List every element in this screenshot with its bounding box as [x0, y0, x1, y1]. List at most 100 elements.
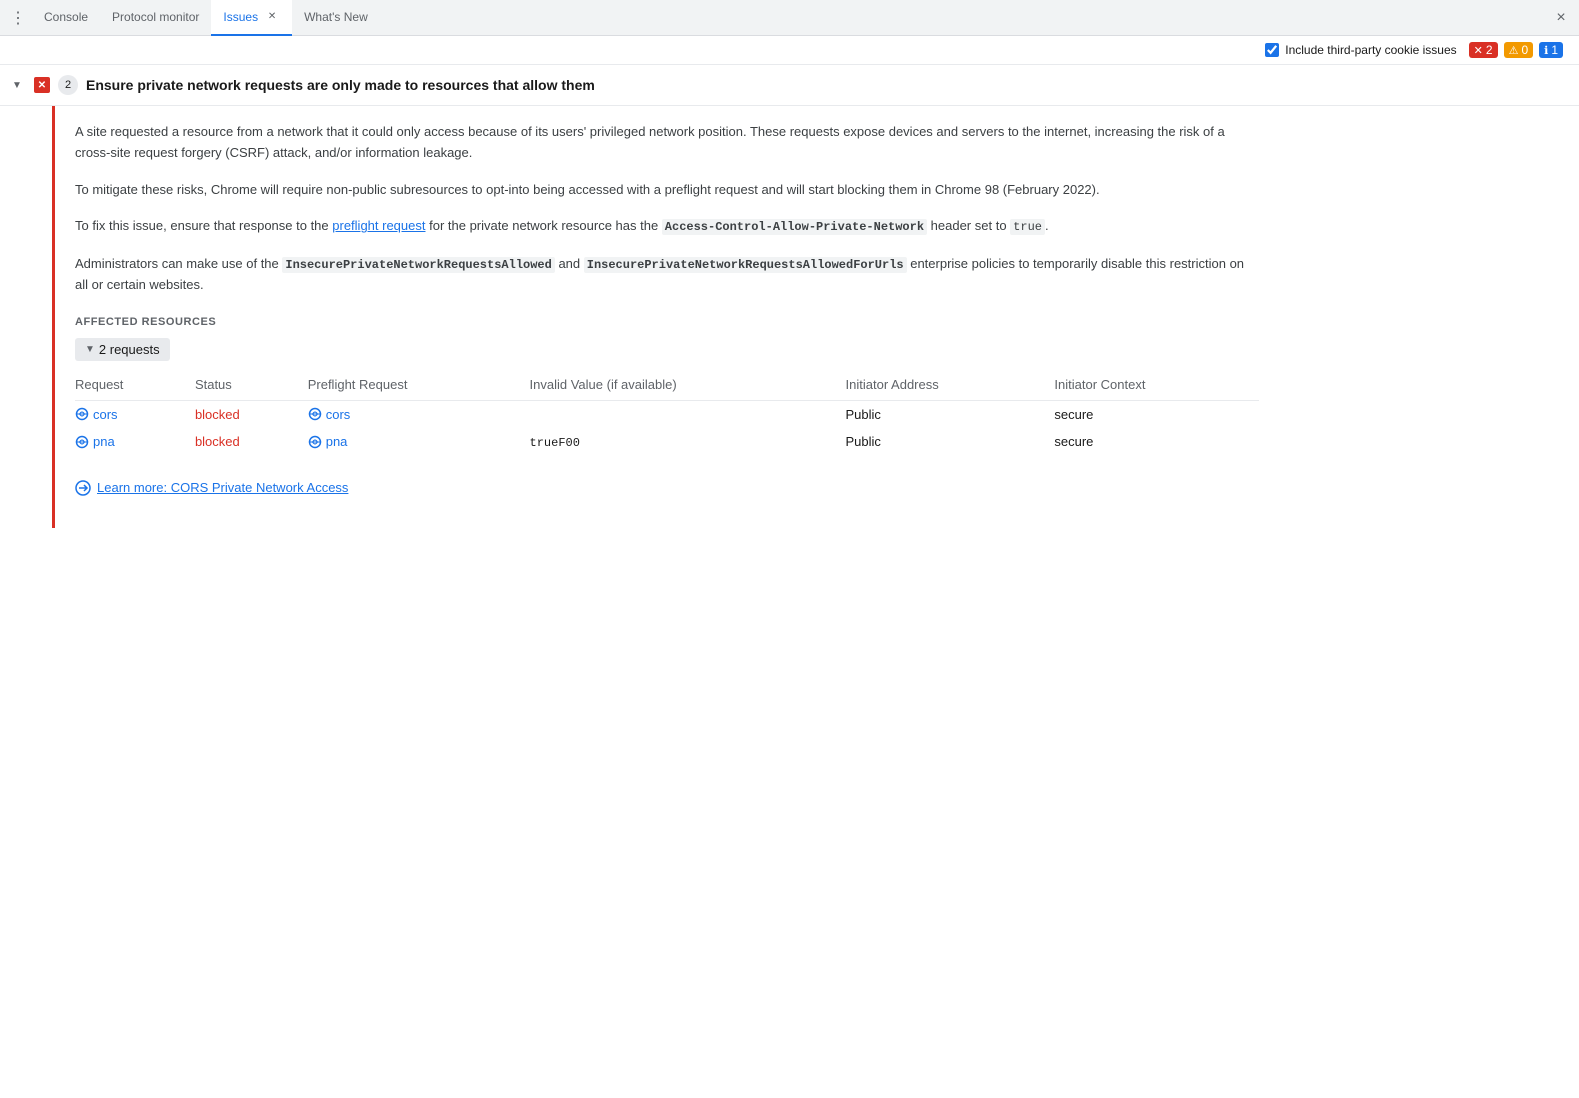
issue-para-2: To mitigate these risks, Chrome will req… [75, 180, 1259, 201]
close-panel-icon: × [1556, 9, 1565, 27]
col-header-request: Request [75, 373, 195, 401]
invalid-value-pna-text: trueF00 [530, 436, 580, 450]
third-party-checkbox[interactable] [1265, 43, 1279, 57]
request-cors-icon [75, 407, 89, 421]
issue-para-1: A site requested a resource from a netwo… [75, 122, 1259, 164]
tab-whats-new[interactable]: What's New [292, 0, 380, 36]
issue-para-4: Administrators can make use of the Insec… [75, 254, 1259, 296]
preflight-pna-label: pna [326, 434, 348, 449]
requests-table-body: cors blocked [75, 400, 1259, 456]
warning-badge-count: 0 [1521, 43, 1528, 57]
col-header-invalid-value: Invalid Value (if available) [530, 373, 846, 401]
requests-table-header-row: Request Status Preflight Request Invalid… [75, 373, 1259, 401]
para3-end: . [1045, 218, 1049, 233]
issue-para-3: To fix this issue, ensure that response … [75, 216, 1259, 237]
insecure-policy-code2: InsecurePrivateNetworkRequestsAllowedFor… [584, 257, 907, 273]
para4-mid: and [555, 256, 584, 271]
status-blocked-badge: blocked [195, 407, 240, 422]
warning-badge: ⚠ 0 [1504, 42, 1534, 58]
toolbar-row: Include third-party cookie issues ✕ 2 ⚠ … [0, 36, 1579, 65]
tab-issues[interactable]: Issues ✕ [211, 0, 292, 36]
request-pna-link[interactable]: pna [75, 434, 183, 449]
preflight-pna-icon [308, 435, 322, 449]
issue-count-badge: 2 [58, 75, 78, 95]
col-header-initiator-context: Initiator Context [1054, 373, 1259, 401]
request-pna-icon [75, 435, 89, 449]
affected-resources-section: AFFECTED RESOURCES ▼ 2 requests Request … [75, 316, 1259, 456]
learn-more-arrow-icon [75, 480, 91, 496]
request-pna-label: pna [93, 434, 115, 449]
initiator-context-pna: secure [1054, 428, 1259, 456]
learn-more-section: Learn more: CORS Private Network Access [75, 480, 1259, 512]
affected-resources-label: AFFECTED RESOURCES [75, 316, 1259, 328]
issue-title: Ensure private network requests are only… [86, 77, 1567, 93]
learn-more-label: Learn more: CORS Private Network Access [97, 480, 348, 495]
issue-header-row[interactable]: ▼ ✕ 2 Ensure private network requests ar… [0, 65, 1579, 106]
dots-icon: ⋮ [10, 8, 26, 28]
issue-body-left-bar [52, 106, 55, 528]
para3-prefix: To fix this issue, ensure that response … [75, 218, 332, 233]
status-blocked-badge-2: blocked [195, 434, 240, 449]
access-control-code: Access-Control-Allow-Private-Network [662, 219, 927, 235]
info-badge: ℹ 1 [1539, 42, 1563, 58]
preflight-cors-link[interactable]: cors [308, 407, 518, 422]
error-badge-icon: ✕ [1474, 44, 1483, 57]
request-cors-link[interactable]: cors [75, 407, 183, 422]
request-pna-link-cell: pna [75, 428, 195, 456]
requests-toggle-chevron: ▼ [85, 344, 95, 355]
invalid-value-pna: trueF00 [530, 428, 846, 456]
table-row: pna blocked [75, 428, 1259, 456]
issue-body-content: A site requested a resource from a netwo… [75, 106, 1275, 528]
info-badge-count: 1 [1551, 43, 1558, 57]
request-cors-link-cell: cors [75, 400, 195, 428]
requests-table-header: Request Status Preflight Request Invalid… [75, 373, 1259, 401]
issue-error-icon: ✕ [34, 77, 50, 93]
preflight-pna-link[interactable]: pna [308, 434, 518, 449]
preflight-cors-label: cors [326, 407, 351, 422]
third-party-checkbox-label[interactable]: Include third-party cookie issues [1265, 43, 1456, 57]
error-badge: ✕ 2 [1469, 42, 1498, 58]
issue-chevron-icon: ▼ [12, 80, 26, 91]
initiator-address-cors: Public [846, 400, 1055, 428]
requests-toggle-label: 2 requests [99, 342, 160, 357]
main-content: ▼ ✕ 2 Ensure private network requests ar… [0, 65, 1579, 1091]
col-header-initiator-address: Initiator Address [846, 373, 1055, 401]
tab-bar: ⋮ Console Protocol monitor Issues ✕ What… [0, 0, 1579, 36]
preflight-cors-icon [308, 407, 322, 421]
issue-body: A site requested a resource from a netwo… [0, 106, 1579, 528]
insecure-policy-code1: InsecurePrivateNetworkRequestsAllowed [282, 257, 554, 273]
initiator-address-pna: Public [846, 428, 1055, 456]
warning-badge-icon: ⚠ [1509, 44, 1519, 57]
close-panel-button[interactable]: × [1547, 4, 1575, 32]
tab-issues-label: Issues [223, 10, 258, 24]
para3-mid: for the private network resource has the [426, 218, 662, 233]
request-pna-status: blocked [195, 428, 308, 456]
tab-console[interactable]: Console [32, 0, 100, 36]
error-badge-count: 2 [1486, 43, 1493, 57]
col-header-preflight: Preflight Request [308, 373, 530, 401]
third-party-label-text: Include third-party cookie issues [1285, 43, 1456, 57]
preflight-request-link[interactable]: preflight request [332, 218, 425, 233]
requests-toggle-button[interactable]: ▼ 2 requests [75, 338, 170, 361]
request-cors-label: cors [93, 407, 118, 422]
tab-protocol-monitor-label: Protocol monitor [112, 10, 199, 24]
request-cors-status: blocked [195, 400, 308, 428]
initiator-context-cors: secure [1054, 400, 1259, 428]
tab-console-label: Console [44, 10, 88, 24]
preflight-pna-cell: pna [308, 428, 530, 456]
requests-table: Request Status Preflight Request Invalid… [75, 373, 1259, 456]
invalid-value-cors [530, 400, 846, 428]
tab-whats-new-label: What's New [304, 10, 368, 24]
table-row: cors blocked [75, 400, 1259, 428]
para4-prefix: Administrators can make use of the [75, 256, 282, 271]
tab-issues-close[interactable]: ✕ [264, 9, 280, 25]
devtools-menu-button[interactable]: ⋮ [4, 4, 32, 32]
preflight-cors-cell: cors [308, 400, 530, 428]
col-header-status: Status [195, 373, 308, 401]
true-code: true [1010, 219, 1045, 235]
learn-more-link[interactable]: Learn more: CORS Private Network Access [75, 480, 1259, 496]
issue-badge-group: ✕ 2 ⚠ 0 ℹ 1 [1469, 42, 1563, 58]
info-badge-icon: ℹ [1544, 44, 1548, 57]
para3-suffix: header set to [927, 218, 1010, 233]
tab-protocol-monitor[interactable]: Protocol monitor [100, 0, 211, 36]
